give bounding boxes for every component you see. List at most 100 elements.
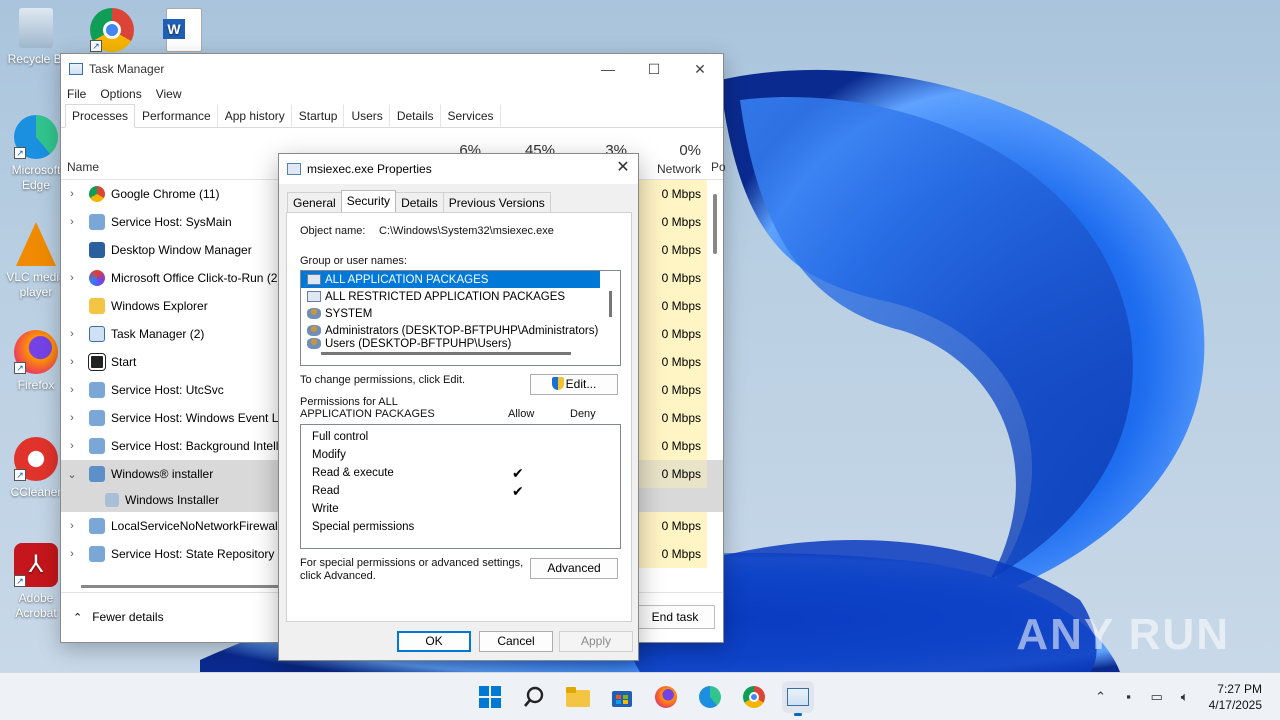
- acrobat-icon: ⅄ ↗: [14, 543, 58, 587]
- tab-details[interactable]: Details: [390, 104, 441, 127]
- installer-icon: [89, 466, 105, 482]
- recycle-bin-icon: [19, 8, 53, 48]
- users-icon: [307, 325, 321, 336]
- users-icon: [307, 308, 321, 319]
- word-document-shortcut[interactable]: W: [148, 8, 220, 56]
- gear-icon: [89, 410, 105, 426]
- chrome-shortcut[interactable]: ↗: [76, 8, 148, 56]
- task-manager-icon: [89, 326, 105, 342]
- shortcut-arrow-icon: ↗: [14, 575, 26, 587]
- chrome-taskbar-button[interactable]: [738, 681, 770, 713]
- expand-chevron-icon[interactable]: ›: [61, 412, 83, 424]
- menu-view[interactable]: View: [156, 87, 182, 101]
- firefox-icon: ↗: [14, 330, 58, 374]
- close-button[interactable]: ✕: [677, 54, 723, 84]
- horizontal-scrollbar[interactable]: [81, 585, 281, 588]
- system-tray: ⌃ ▪ ▭ 🔈︎ 7:27 PM 4/17/2025: [1087, 673, 1280, 720]
- cancel-button[interactable]: Cancel: [479, 631, 553, 652]
- file-explorer-button[interactable]: [562, 681, 594, 713]
- dialog-title: msiexec.exe Properties: [307, 162, 432, 176]
- group-item[interactable]: ALL RESTRICTED APPLICATION PACKAGES: [301, 288, 620, 305]
- firefox-taskbar-button[interactable]: [650, 681, 682, 713]
- dialog-close-button[interactable]: ✕: [608, 154, 638, 184]
- chevron-up-icon[interactable]: ⌃: [1093, 689, 1109, 705]
- column-power[interactable]: Po: [711, 160, 725, 174]
- advanced-hint-line2: click Advanced.: [300, 570, 376, 582]
- start-button[interactable]: [474, 681, 506, 713]
- start-icon: [88, 353, 106, 371]
- expand-chevron-icon[interactable]: ›: [61, 440, 83, 452]
- advanced-button[interactable]: Advanced: [530, 558, 618, 579]
- office-icon: [89, 270, 105, 286]
- collapse-chevron-icon[interactable]: ⌄: [61, 468, 83, 481]
- expand-chevron-icon[interactable]: ›: [61, 356, 83, 368]
- task-manager-taskbar-button[interactable]: [782, 681, 814, 716]
- list-horizontal-scrollbar[interactable]: [321, 352, 571, 355]
- shortcut-arrow-icon: ↗: [14, 147, 26, 159]
- expand-chevron-icon[interactable]: ›: [61, 384, 83, 396]
- expand-chevron-icon[interactable]: ›: [61, 328, 83, 340]
- permission-row: Read ✔: [312, 483, 524, 499]
- expand-chevron-icon[interactable]: ›: [61, 548, 83, 560]
- task-manager-icon: [787, 688, 809, 706]
- group-item[interactable]: SYSTEM: [301, 305, 620, 322]
- permission-row: Full control: [312, 431, 369, 443]
- menu-file[interactable]: File: [67, 87, 86, 101]
- usb-device-icon[interactable]: ▪: [1121, 689, 1137, 705]
- expand-chevron-icon[interactable]: ›: [61, 272, 83, 284]
- minimize-button[interactable]: —: [585, 54, 631, 84]
- expand-chevron-icon[interactable]: ›: [61, 520, 83, 532]
- clock[interactable]: 7:27 PM 4/17/2025: [1199, 681, 1280, 713]
- network-icon[interactable]: ▭: [1149, 689, 1165, 705]
- taskbar-apps: [468, 681, 820, 716]
- window-icon: [89, 242, 105, 258]
- change-permissions-text: To change permissions, click Edit.: [300, 374, 466, 386]
- tab-performance[interactable]: Performance: [135, 104, 218, 127]
- edge-taskbar-button[interactable]: [694, 681, 726, 713]
- gear-icon: [89, 214, 105, 230]
- folder-icon: [89, 298, 105, 314]
- vertical-scrollbar[interactable]: [713, 194, 717, 254]
- tab-app-history[interactable]: App history: [218, 104, 292, 127]
- edit-button[interactable]: Edit...: [530, 374, 618, 395]
- store-button[interactable]: [606, 681, 638, 713]
- ok-button[interactable]: OK: [397, 631, 471, 652]
- list-vertical-scrollbar[interactable]: [609, 291, 612, 317]
- menu-options[interactable]: Options: [100, 87, 141, 101]
- group-item[interactable]: Users (DESKTOP-BFTPUHP\Users): [301, 335, 620, 352]
- expand-chevron-icon[interactable]: ›: [61, 188, 83, 200]
- dialog-titlebar[interactable]: msiexec.exe Properties: [279, 154, 638, 184]
- clock-time: 7:27 PM: [1217, 682, 1262, 696]
- group-icon: [307, 291, 321, 302]
- edge-icon: ↗: [14, 115, 58, 159]
- store-icon: [612, 691, 632, 707]
- advanced-hint-line1: For special permissions or advanced sett…: [300, 557, 524, 569]
- shortcut-arrow-icon: ↗: [14, 362, 26, 374]
- fewer-details-button[interactable]: ⌃ Fewer details: [73, 610, 164, 624]
- expand-chevron-icon[interactable]: ›: [61, 216, 83, 228]
- tab-services[interactable]: Services: [441, 104, 501, 127]
- allow-column-label: Allow: [508, 408, 535, 420]
- tab-users[interactable]: Users: [344, 104, 390, 127]
- users-icon: [307, 338, 321, 349]
- gear-icon: [89, 546, 105, 562]
- search-icon: [524, 686, 544, 707]
- properties-dialog: msiexec.exe Properties ✕ General Securit…: [278, 153, 639, 661]
- permission-row: Special permissions: [312, 521, 415, 533]
- column-network[interactable]: 0% Network: [639, 142, 701, 178]
- column-name[interactable]: Name: [67, 160, 99, 174]
- volume-icon[interactable]: 🔈︎: [1177, 689, 1193, 705]
- file-explorer-icon: [566, 687, 590, 707]
- allow-checkmark-icon: ✔: [512, 483, 524, 499]
- search-button[interactable]: [518, 681, 550, 713]
- group-icon: [307, 274, 321, 285]
- tab-processes[interactable]: Processes: [65, 104, 136, 128]
- end-task-button[interactable]: End task: [635, 605, 715, 629]
- group-item[interactable]: Administrators (DESKTOP-BFTPUHP\Administ…: [301, 322, 620, 339]
- group-item-selected[interactable]: ALL APPLICATION PACKAGES: [301, 271, 600, 288]
- gear-icon: [105, 493, 119, 507]
- maximize-button[interactable]: ☐: [631, 54, 677, 84]
- tab-startup[interactable]: Startup: [292, 104, 345, 127]
- tab-security[interactable]: Security: [340, 190, 397, 213]
- apply-button[interactable]: Apply: [559, 631, 633, 652]
